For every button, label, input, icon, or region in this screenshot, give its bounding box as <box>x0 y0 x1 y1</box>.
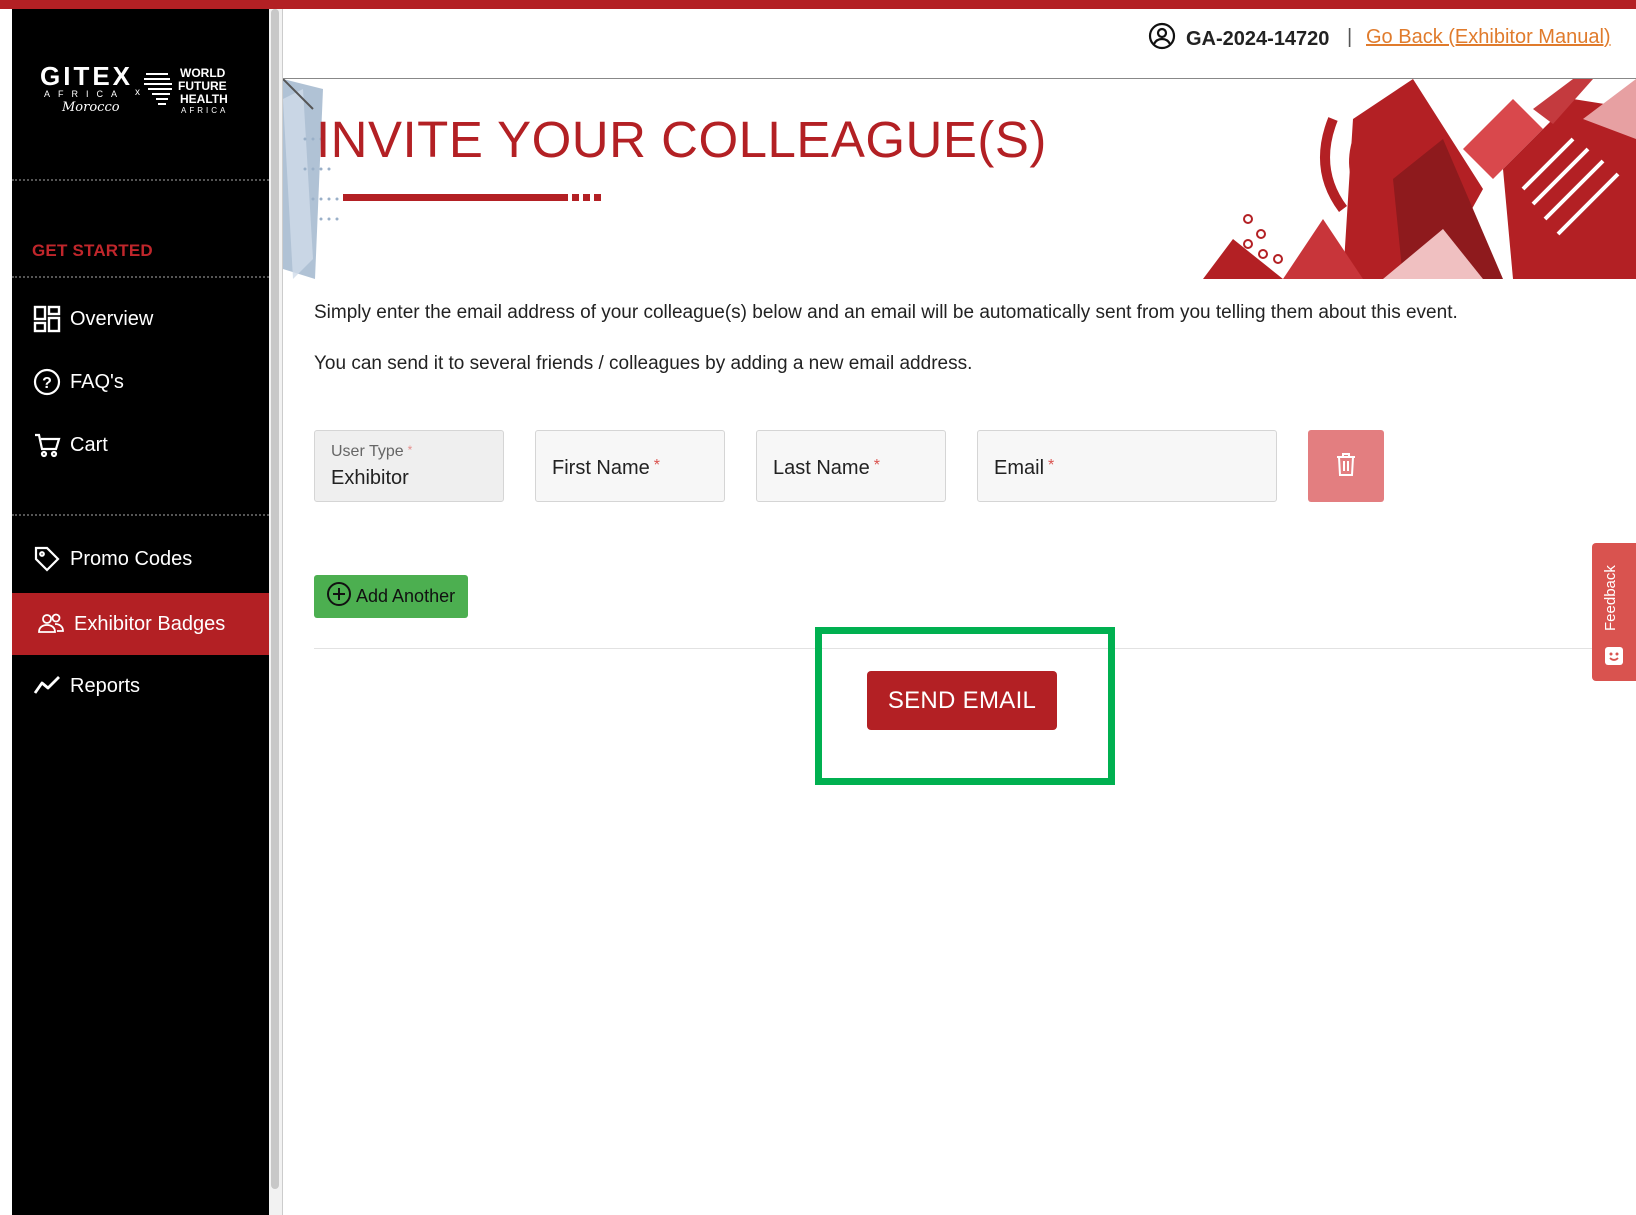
sidebar-item-label: Cart <box>70 433 108 456</box>
page-banner <box>282 78 1636 279</box>
feedback-tab[interactable]: Feedback <box>1592 543 1636 681</box>
email-field[interactable]: Email * <box>977 430 1277 502</box>
title-underline <box>343 194 568 201</box>
svg-text:FUTURE: FUTURE <box>178 79 227 93</box>
add-another-label: Add Another <box>356 586 456 606</box>
feedback-label: Feedback <box>1602 565 1619 631</box>
go-back-link[interactable]: Go Back (Exhibitor Manual) <box>1366 26 1611 49</box>
last-name-placeholder: Last Name * <box>773 457 880 479</box>
user-circle-icon <box>1148 22 1176 56</box>
sidebar-item-exhibitor-badges[interactable]: Exhibitor Badges <box>12 593 269 655</box>
svg-text:GITEX: GITEX <box>40 61 133 91</box>
sidebar-scrollbar-thumb[interactable] <box>271 9 279 1189</box>
svg-text:AFRICA: AFRICA <box>181 106 228 115</box>
sidebar-item-label: Reports <box>70 674 141 697</box>
header-separator: | <box>1347 26 1353 48</box>
top-accent-line <box>0 0 1636 9</box>
add-another-button[interactable]: Add Another <box>314 575 468 618</box>
sidebar-divider <box>12 276 269 278</box>
sidebar-divider <box>12 514 269 516</box>
user-id-text: GA-2024-14720 <box>1186 27 1330 50</box>
user-type-field[interactable]: User Type * Exhibitor <box>314 430 504 502</box>
question-circle-icon: ? <box>32 367 62 397</box>
sidebar-divider <box>12 179 269 181</box>
title-underline-dots <box>572 194 604 201</box>
sidebar-item-label: Overview <box>70 307 154 330</box>
description-text-secondary: You can send it to several friends / col… <box>314 353 973 374</box>
email-placeholder: Email * <box>994 457 1055 479</box>
sidebar-item-label: Promo Codes <box>70 547 193 570</box>
overview-grid-icon <box>32 304 62 334</box>
event-logo[interactable]: GITEX AFRICA Morocco x WORLD FUTURE HEAL… <box>40 57 260 127</box>
svg-text:HEALTH: HEALTH <box>180 92 228 106</box>
delete-row-button[interactable] <box>1308 430 1384 502</box>
sidebar-item-reports[interactable]: Reports <box>12 657 269 715</box>
trend-line-icon <box>32 671 62 701</box>
plus-circle-icon <box>326 581 352 612</box>
user-account: GA-2024-14720 <box>1148 22 1329 56</box>
svg-text:x: x <box>135 87 140 98</box>
sidebar-section-label: GET STARTED <box>32 241 153 260</box>
sidebar-item-faqs[interactable]: ? FAQ's <box>12 353 269 411</box>
tag-icon <box>32 544 62 574</box>
sidebar-item-promo-codes[interactable]: Promo Codes <box>12 530 269 588</box>
user-type-label: User Type * <box>331 443 413 460</box>
first-name-field[interactable]: First Name * <box>535 430 725 502</box>
sidebar-item-cart[interactable]: Cart <box>12 416 269 474</box>
sidebar: GITEX AFRICA Morocco x WORLD FUTURE HEAL… <box>12 9 269 1215</box>
feedback-face-icon <box>1604 646 1624 671</box>
page-title: INVITE YOUR COLLEAGUE(S) <box>316 111 1047 168</box>
user-type-value: Exhibitor <box>331 467 409 489</box>
description-text: Simply enter the email address of your c… <box>314 302 1458 323</box>
svg-text:?: ? <box>42 375 52 392</box>
last-name-field[interactable]: Last Name * <box>756 430 946 502</box>
svg-text:Morocco: Morocco <box>61 100 120 115</box>
send-email-button[interactable]: SEND EMAIL <box>867 671 1057 730</box>
sidebar-item-label: Exhibitor Badges <box>74 612 226 635</box>
cart-icon <box>32 430 62 460</box>
svg-text:AFRICA: AFRICA <box>44 89 125 99</box>
svg-text:WORLD: WORLD <box>180 66 226 80</box>
sidebar-item-label: FAQ's <box>70 370 124 393</box>
users-icon <box>36 609 66 639</box>
sidebar-item-overview[interactable]: Overview <box>12 290 269 348</box>
trash-icon <box>1334 451 1358 482</box>
first-name-placeholder: First Name * <box>552 457 661 479</box>
